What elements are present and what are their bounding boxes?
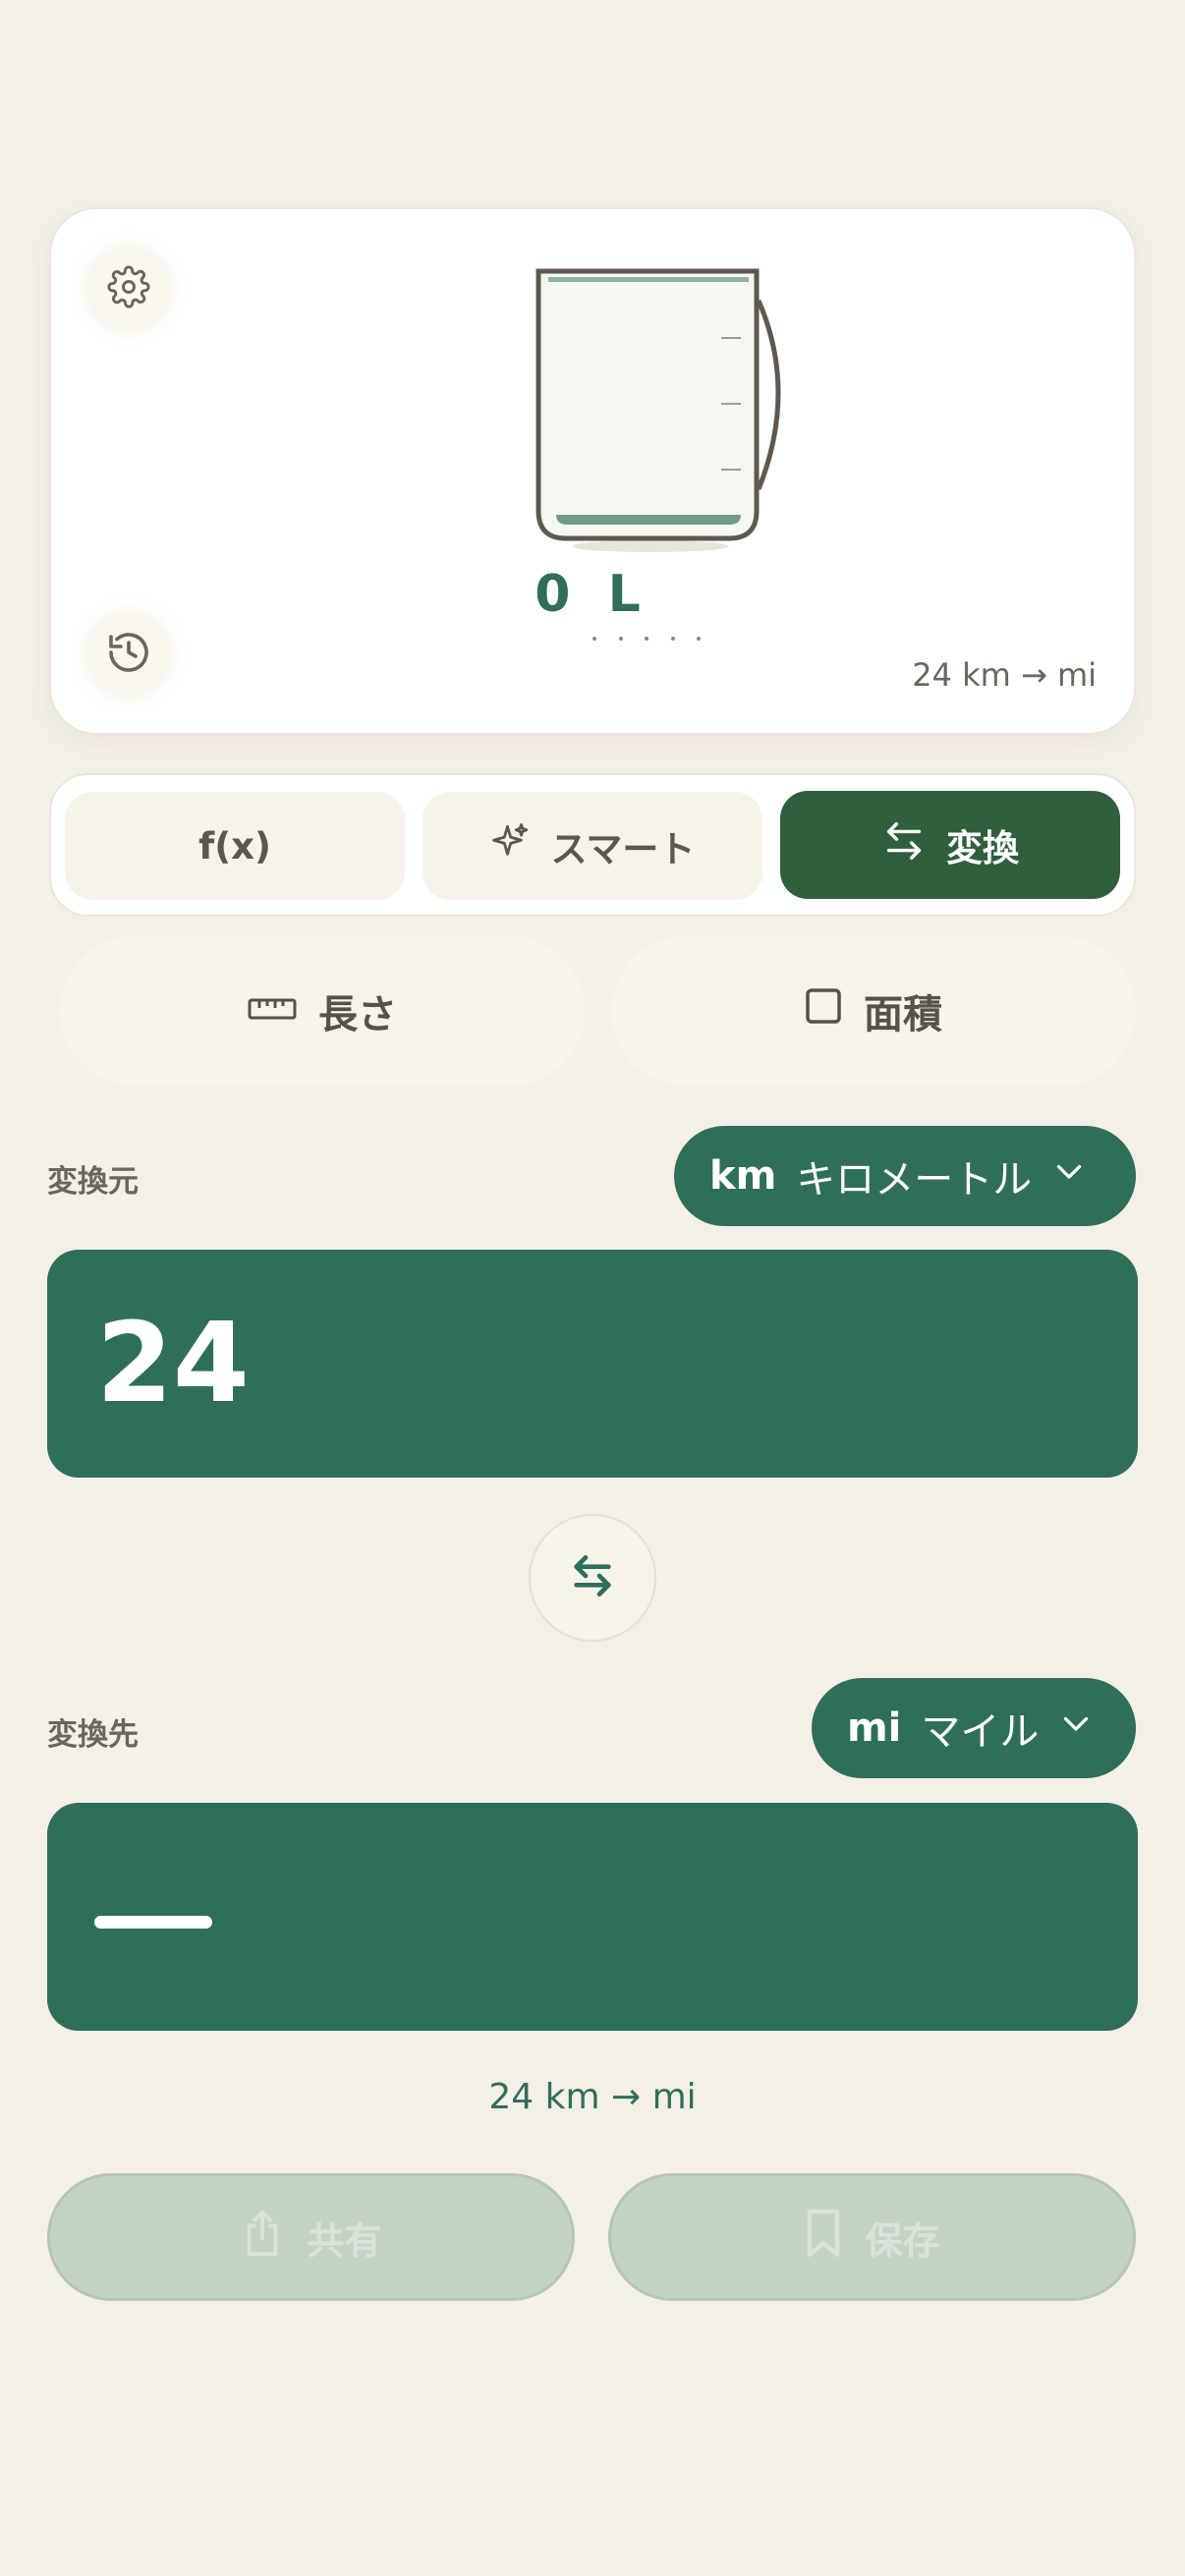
mode-fx-label: f(x) <box>198 824 271 868</box>
share-icon <box>240 2208 285 2268</box>
share-button[interactable]: 共有 <box>47 2173 575 2301</box>
mode-smart-button[interactable]: スマート <box>423 792 762 900</box>
swap-icon <box>565 1548 620 1607</box>
level-indicator-dots <box>592 637 701 643</box>
share-label: 共有 <box>307 2218 382 2263</box>
to-unit-selector[interactable]: mi マイル <box>812 1678 1136 1778</box>
sparkle-icon <box>490 821 532 871</box>
gear-icon <box>107 265 150 312</box>
bookmark-icon <box>804 2208 843 2268</box>
mode-convert-label: 変換 <box>946 827 1019 869</box>
from-unit-name: キロメートル <box>796 1157 1033 1203</box>
mode-fx-button[interactable]: f(x) <box>65 792 405 900</box>
from-unit-selector[interactable]: km キロメートル <box>674 1126 1136 1226</box>
to-value-placeholder <box>94 1916 212 1929</box>
save-button[interactable]: 保存 <box>608 2173 1136 2301</box>
category-area-label: 面積 <box>864 992 942 1037</box>
beaker-illustration <box>527 263 788 558</box>
mode-convert-button[interactable]: 変換 <box>780 791 1120 899</box>
mode-smart-label: スマート <box>550 828 696 870</box>
chevron-down-icon <box>1051 1153 1087 1199</box>
from-unit-code: km <box>709 1153 777 1199</box>
display-expression: 24 km → mi <box>912 656 1097 694</box>
result-expression: 24 km → mi <box>488 2077 697 2117</box>
to-unit-name: マイル <box>921 1709 1040 1755</box>
from-value: 24 <box>96 1300 250 1428</box>
settings-button[interactable] <box>88 249 169 329</box>
display-value: 0 L <box>535 565 650 624</box>
to-value-field <box>47 1803 1138 2031</box>
history-button[interactable] <box>88 614 169 695</box>
to-unit-code: mi <box>847 1706 902 1751</box>
save-label: 保存 <box>865 2218 940 2263</box>
history-icon <box>105 629 152 680</box>
category-length-label: 長さ <box>318 992 397 1037</box>
ruler-icon <box>248 988 297 1034</box>
chevron-down-icon <box>1058 1706 1094 1751</box>
swap-arrows-icon <box>881 818 927 872</box>
category-area-button[interactable]: 面積 <box>611 936 1136 1086</box>
from-label: 変換元 <box>47 1164 139 1200</box>
to-label: 変換先 <box>47 1717 139 1753</box>
square-icon <box>805 987 842 1035</box>
swap-units-button[interactable] <box>529 1514 656 1642</box>
category-length-button[interactable]: 長さ <box>60 936 585 1086</box>
